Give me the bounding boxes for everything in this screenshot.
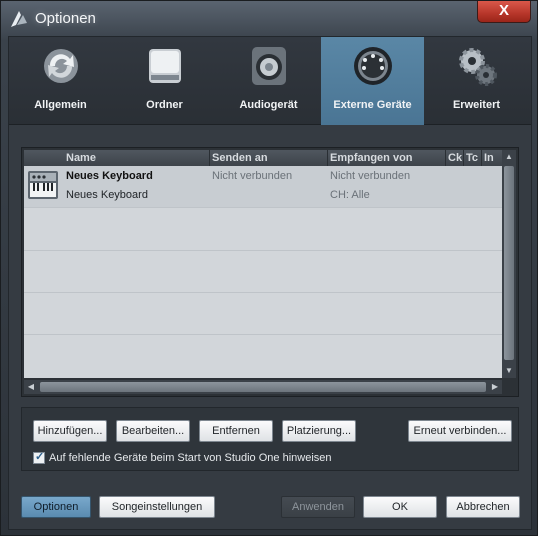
apply-button[interactable]: Anwenden [281, 496, 355, 518]
empty-row [24, 293, 502, 335]
edit-device-button[interactable]: Bearbeiten... [116, 420, 190, 442]
device-actions: Hinzufügen... Bearbeiten... Entfernen Pl… [21, 407, 519, 471]
column-header-tc[interactable]: Tc [466, 152, 478, 164]
midi-port-icon [354, 47, 392, 85]
tab-allgemein[interactable]: Allgemein [9, 37, 112, 125]
column-header-in[interactable]: In [484, 152, 494, 164]
device-receive-channel: CH: Alle [330, 189, 370, 201]
studio-one-logo-icon [11, 11, 27, 27]
scroll-up-arrow-icon[interactable]: ▲ [502, 150, 516, 164]
scroll-left-arrow-icon[interactable]: ◀ [24, 380, 38, 394]
tab-label: Erweitert [452, 99, 501, 111]
empty-row [24, 335, 502, 377]
tab-audiogeraet[interactable]: Audiogerät [217, 37, 320, 125]
cancel-button[interactable]: Abbrechen [446, 496, 520, 518]
dialog-body: Allgemein Ordner Audiogerät Externe Gerä… [8, 36, 532, 530]
device-table[interactable]: Name Senden an Empfangen von Ck Tc In Ne… [24, 150, 502, 378]
horizontal-scroll-thumb[interactable] [40, 382, 486, 392]
vertical-scrollbar[interactable]: ▲ ▼ [502, 150, 516, 378]
tab-label: Allgemein [34, 99, 87, 111]
tab-erweitert[interactable]: Erweitert [425, 37, 528, 125]
gears-icon [459, 48, 497, 86]
column-header-name[interactable]: Name [66, 152, 96, 164]
add-device-button[interactable]: Hinzufügen... [33, 420, 107, 442]
device-send-to: Nicht verbunden [212, 170, 293, 182]
notify-missing-devices-label: Auf fehlende Geräte beim Start von Studi… [49, 452, 332, 464]
title-bar[interactable]: Optionen X [1, 1, 538, 37]
ok-button[interactable]: OK [363, 496, 437, 518]
category-tabbar: Allgemein Ordner Audiogerät Externe Gerä… [9, 37, 531, 125]
empty-row [24, 209, 502, 251]
keyboard-icon [28, 171, 58, 199]
vertical-scroll-thumb[interactable] [504, 166, 514, 360]
column-header-receive[interactable]: Empfangen von [330, 152, 413, 164]
remove-device-button[interactable]: Entfernen [199, 420, 273, 442]
speaker-icon [252, 47, 286, 85]
tab-ordner[interactable]: Ordner [113, 37, 216, 125]
options-window: Optionen X Allgemein Ordner Audiogerät E… [0, 0, 538, 536]
horizontal-scrollbar[interactable]: ◀ ▶ [24, 380, 502, 394]
device-subname: Neues Keyboard [66, 189, 148, 201]
tab-externe-geraete[interactable]: Externe Geräte [321, 37, 424, 125]
tab-label: Audiogerät [239, 99, 298, 111]
close-button[interactable]: X [477, 1, 531, 23]
window-title: Optionen [35, 10, 96, 27]
placement-button[interactable]: Platzierung... [282, 420, 356, 442]
table-row[interactable]: Neues Keyboard Neues Keyboard Nicht verb… [24, 166, 502, 208]
tab-label: Externe Geräte [333, 99, 412, 111]
column-header-ck[interactable]: Ck [448, 152, 462, 164]
empty-row [24, 251, 502, 293]
tab-label: Ordner [146, 99, 183, 111]
column-header-send[interactable]: Senden an [212, 152, 268, 164]
device-receive-from: Nicht verbunden [330, 170, 411, 182]
notify-missing-devices-checkbox[interactable] [33, 450, 45, 464]
scroll-right-arrow-icon[interactable]: ▶ [488, 380, 502, 394]
refresh-arrows-icon [44, 49, 78, 83]
hard-drive-icon [149, 49, 181, 83]
scroll-down-arrow-icon[interactable]: ▼ [502, 364, 516, 378]
device-name: Neues Keyboard [66, 170, 153, 182]
device-list-panel: Name Senden an Empfangen von Ck Tc In Ne… [21, 147, 519, 397]
options-button[interactable]: Optionen [21, 496, 91, 518]
table-header: Name Senden an Empfangen von Ck Tc In [24, 150, 502, 166]
reconnect-button[interactable]: Erneut verbinden... [408, 420, 512, 442]
song-settings-button[interactable]: Songeinstellungen [99, 496, 215, 518]
